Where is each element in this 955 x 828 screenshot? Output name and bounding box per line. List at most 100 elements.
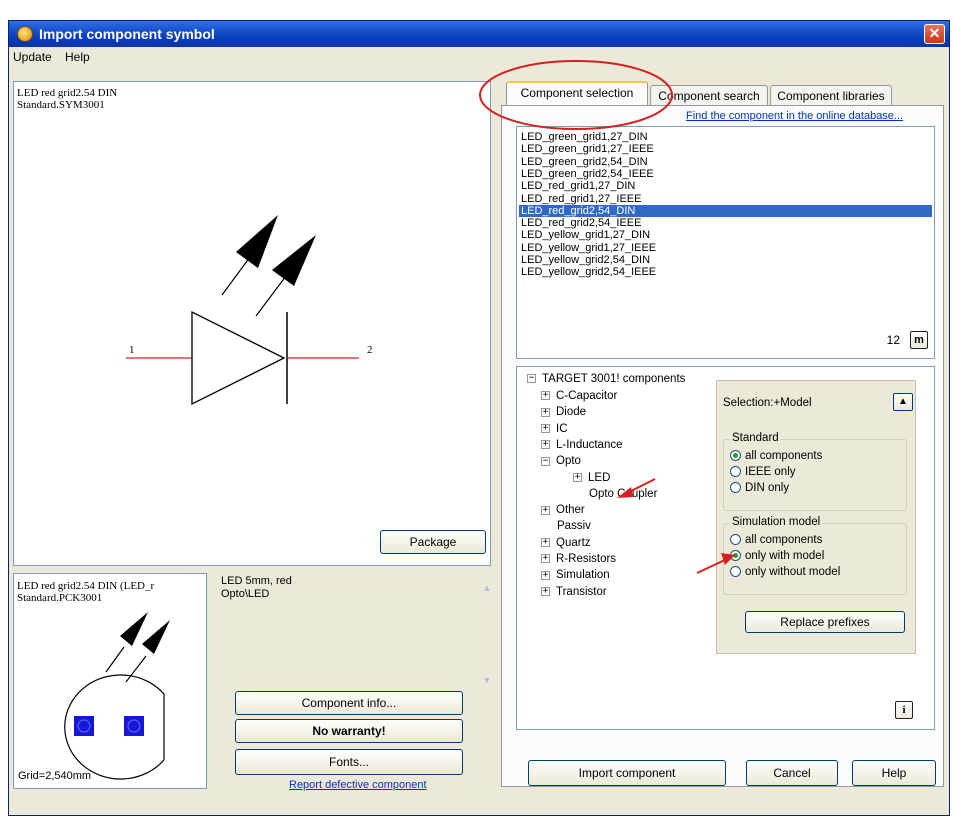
symbol-preview: LED red grid2.54 DIN Standard.SYM3001 1 … [13,81,491,566]
footprint-arrow-2-head [142,620,170,654]
tree-item-label: Other [556,504,585,517]
radio-button-icon[interactable] [730,482,741,494]
standard-radio-ieee-only[interactable]: IEEE only [730,466,796,478]
tree-expand-icon[interactable]: + [541,440,550,450]
simulation-radio-only-with-model[interactable]: only with model [730,550,824,562]
tree-expand-icon[interactable]: + [541,505,550,515]
scroll-up-icon[interactable]: ▲ [480,581,494,595]
pad-2 [124,716,144,736]
radio-button-icon[interactable] [730,566,741,578]
description-scrollbar[interactable]: ▲ ▼ [479,573,495,695]
standard-radio-din-only[interactable]: DIN only [730,482,789,494]
light-arrow-2-head [272,235,316,286]
radio-button-icon[interactable] [730,466,741,478]
standard-group: Standard all components IEEE only DIN only [723,432,907,511]
tree-expand-icon[interactable]: + [541,407,550,417]
tree-expand-icon[interactable]: + [541,587,550,597]
component-list-item[interactable]: LED_green_grid2,54_DIN [521,156,648,168]
tab-component-search[interactable]: Component search [650,85,768,107]
replace-prefixes-button[interactable]: Replace prefixes [745,611,905,633]
tree-item-opto[interactable]: − Opto [541,455,581,467]
tree-item-label: Transistor [556,585,607,598]
close-button[interactable]: ✕ [924,24,945,44]
component-list[interactable]: LED_green_grid1,27_DIN LED_green_grid1,27… [516,126,935,359]
import-dialog-window: Import component symbol ✕ Update Help LE… [8,20,950,816]
tree-item-transistor[interactable]: + Transistor [541,586,607,598]
tree-expand-icon[interactable]: + [541,554,550,564]
component-list-item[interactable]: LED_green_grid2,54_IEEE [521,168,654,180]
component-list-item[interactable]: LED_yellow_grid1,27_DIN [521,229,650,241]
radio-button-icon[interactable] [730,550,741,562]
tab-component-selection[interactable]: Component selection [506,81,648,105]
component-list-item[interactable]: LED_green_grid1,27_IEEE [521,143,654,155]
tree-item-led[interactable]: + LED [573,472,610,484]
tree-item-other[interactable]: + Other [541,504,585,516]
cancel-button[interactable]: Cancel [746,760,838,786]
simulation-radio-only-without-model[interactable]: only without model [730,566,840,578]
title-bar: Import component symbol ✕ [9,21,949,47]
report-defective-link[interactable]: Report defective component [289,779,427,791]
info-icon[interactable]: i [895,701,913,719]
component-list-item[interactable]: LED_green_grid1,27_DIN [521,131,648,143]
tree-item-opto-coupler[interactable]: Opto Coupler [573,488,657,500]
package-button[interactable]: Package [380,530,486,554]
component-list-item[interactable]: LED_yellow_grid1,27_IEEE [521,242,656,254]
radio-label: DIN only [745,482,790,494]
tree-item-c-capacitor[interactable]: + C-Capacitor [541,390,617,402]
tree-collapse-icon[interactable]: − [541,456,550,466]
tree-expand-icon[interactable]: + [541,570,550,580]
collapse-arrow-icon[interactable]: ▲ [893,393,913,411]
help-button[interactable]: Help [852,760,936,786]
component-list-item[interactable]: LED_red_grid2,54_IEEE [521,217,641,229]
component-info-button[interactable]: Component info... [235,691,463,715]
window-title: Import component symbol [39,26,215,42]
tree-item-diode[interactable]: + Diode [541,406,586,418]
tree-expand-icon[interactable]: + [573,472,582,482]
scroll-down-icon[interactable]: ▼ [480,673,494,687]
component-list-item[interactable]: LED_yellow_grid2,54_DIN [521,254,650,266]
package-description: LED 5mm, red Opto\LED [221,575,292,601]
standard-radio-all-components[interactable]: all components [730,450,822,462]
tree-item-label: Quartz [556,536,591,549]
import-component-button[interactable]: Import component [528,760,726,786]
radio-label: only with model [745,550,825,562]
tree-item-ic[interactable]: + IC [541,423,568,435]
tree-item-quartz[interactable]: + Quartz [541,537,591,549]
radio-label: all components [745,450,823,462]
component-list-item[interactable]: LED_yellow_grid2,54_IEEE [521,266,656,278]
component-list-item[interactable]: LED_red_grid2,54_DIN [519,204,932,217]
tree-expand-icon[interactable]: + [541,391,550,401]
tree-root[interactable]: − TARGET 3001! components [527,373,685,385]
component-list-item[interactable]: LED_red_grid1,27_DIN [521,180,635,192]
light-arrow-1-head [236,215,278,268]
no-warranty-button[interactable]: No warranty! [235,719,463,743]
footprint-arrow-1-shaft [105,646,125,673]
radio-button-icon[interactable] [730,450,741,462]
tree-expand-icon[interactable]: + [541,424,550,434]
tree-item-simulation[interactable]: + Simulation [541,569,610,581]
menu-bar: Update Help [9,47,949,67]
online-database-link[interactable]: Find the component in the online databas… [686,110,903,122]
m-button[interactable]: m [910,331,928,349]
tab-component-libraries[interactable]: Component libraries [770,85,892,107]
light-arrow-2-shaft [255,275,287,317]
menu-help[interactable]: Help [65,50,90,64]
tree-item-passiv[interactable]: Passiv [541,520,591,532]
component-list-item[interactable]: LED_red_grid1,27_IEEE [521,193,641,205]
tree-item-l-inductance[interactable]: + L-Inductance [541,439,623,451]
tree-item-r-resistors[interactable]: + R-Resistors [541,553,616,565]
menu-update[interactable]: Update [13,50,52,64]
tree-collapse-icon[interactable]: − [527,374,536,384]
selection-panel: Selection:+Model ▲ Standard all componen… [716,380,916,654]
radio-button-icon[interactable] [730,534,741,546]
tree-item-label: Opto Coupler [589,487,658,500]
tab-panel: Find the component in the online databas… [501,105,944,787]
tree-expand-icon[interactable]: + [541,538,550,548]
diode-triangle [191,310,286,406]
pin1-label: 1 [129,344,135,356]
standard-legend: Standard [730,432,781,444]
tree-item-label: L-Inductance [556,438,623,451]
simulation-legend: Simulation model [730,516,823,528]
fonts-button[interactable]: Fonts... [235,749,463,775]
simulation-radio-all-components[interactable]: all components [730,534,822,546]
